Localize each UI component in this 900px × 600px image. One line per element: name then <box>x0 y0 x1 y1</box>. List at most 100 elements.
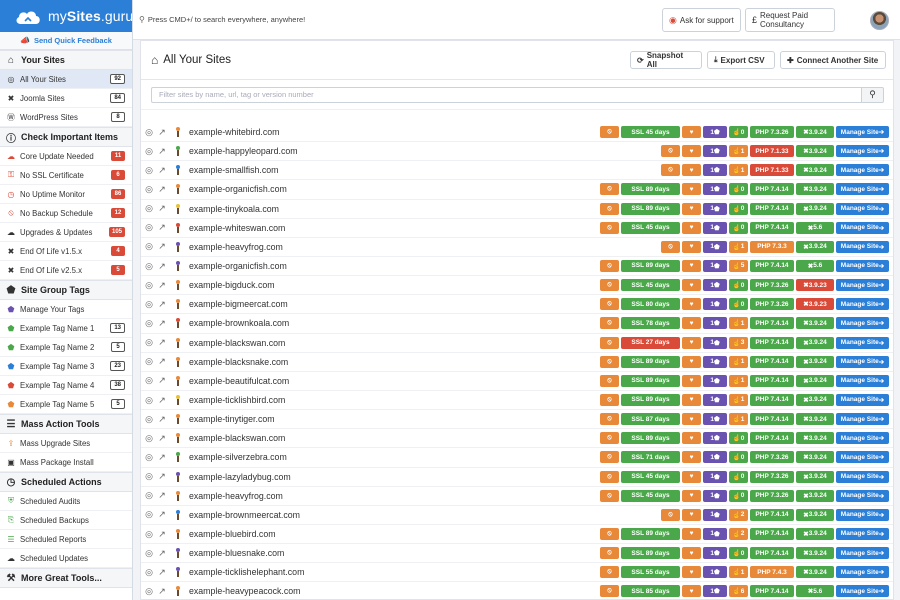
external-link-icon[interactable]: ↗ <box>156 414 168 425</box>
updates-badge[interactable]: ☝ 1 <box>729 566 748 579</box>
globe-icon[interactable]: ◎ <box>143 414 155 425</box>
globe-icon[interactable]: ◎ <box>143 184 155 195</box>
php-version-badge[interactable]: PHP 7.4.14 <box>750 547 794 560</box>
external-link-icon[interactable]: ↗ <box>156 567 168 578</box>
filter-search-button[interactable]: ⚲ <box>862 86 884 103</box>
manage-site-button[interactable]: Manage Site ➔ <box>836 336 889 349</box>
external-link-icon[interactable]: ↗ <box>156 471 168 482</box>
ssl-badge[interactable]: SSL 89 days <box>621 259 680 272</box>
manage-site-button[interactable]: Manage Site ➔ <box>836 298 889 311</box>
external-link-icon[interactable]: ↗ <box>156 241 168 252</box>
updates-badge[interactable]: ☝ 1 <box>729 145 748 158</box>
php-version-badge[interactable]: PHP 7.4.14 <box>750 183 794 196</box>
heart-icon[interactable]: ♥ <box>682 527 701 540</box>
heart-icon[interactable]: ♥ <box>682 298 701 311</box>
no-wordpress-icon[interactable]: ⦸ <box>600 451 619 464</box>
heart-icon[interactable]: ♥ <box>682 145 701 158</box>
updates-badge[interactable]: ☝ 0 <box>729 279 748 292</box>
no-wordpress-icon[interactable]: ⦸ <box>661 240 680 253</box>
globe-icon[interactable]: ◎ <box>143 203 155 214</box>
globe-icon[interactable]: ◎ <box>143 490 155 501</box>
manage-site-button[interactable]: Manage Site ➔ <box>836 451 889 464</box>
cms-version-badge[interactable]: ✖ 3.9.24 <box>796 183 834 196</box>
no-wordpress-icon[interactable]: ⦸ <box>600 355 619 368</box>
tags-badge[interactable]: 1 ⬟ <box>703 413 727 426</box>
heart-icon[interactable]: ♥ <box>682 279 701 292</box>
heart-icon[interactable]: ♥ <box>682 413 701 426</box>
globe-icon[interactable]: ◎ <box>143 529 155 540</box>
heart-icon[interactable]: ♥ <box>682 317 701 330</box>
heart-icon[interactable]: ♥ <box>682 489 701 502</box>
heart-icon[interactable]: ♥ <box>682 566 701 579</box>
ssl-badge[interactable]: SSL 89 days <box>621 527 680 540</box>
ssl-badge[interactable]: SSL 71 days <box>621 451 680 464</box>
heart-icon[interactable]: ♥ <box>682 374 701 387</box>
tags-badge[interactable]: 1 ⬟ <box>703 183 727 196</box>
updates-badge[interactable]: ☝ 1 <box>729 374 748 387</box>
manage-site-button[interactable]: Manage Site ➔ <box>836 202 889 215</box>
updates-badge[interactable]: ☝ 0 <box>729 432 748 445</box>
globe-icon[interactable]: ◎ <box>143 318 155 329</box>
no-wordpress-icon[interactable]: ⦸ <box>600 317 619 330</box>
cms-version-badge[interactable]: ✖ 3.9.24 <box>796 317 834 330</box>
php-version-badge[interactable]: PHP 7.1.33 <box>750 145 794 158</box>
cms-version-badge[interactable]: ✖ 3.9.24 <box>796 508 834 521</box>
heart-icon[interactable]: ♥ <box>682 183 701 196</box>
manage-site-button[interactable]: Manage Site ➔ <box>836 470 889 483</box>
no-wordpress-icon[interactable]: ⦸ <box>600 432 619 445</box>
globe-icon[interactable]: ◎ <box>143 395 155 406</box>
cms-version-badge[interactable]: ✖ 3.9.24 <box>796 336 834 349</box>
globe-icon[interactable]: ◎ <box>143 146 155 157</box>
tags-badge[interactable]: 1 ⬟ <box>703 374 727 387</box>
ask-support-button[interactable]: ◉ Ask for support <box>662 8 741 32</box>
cms-version-badge[interactable]: ✖ 3.9.23 <box>796 298 834 311</box>
external-link-icon[interactable]: ↗ <box>156 165 168 176</box>
updates-badge[interactable]: ☝ 1 <box>729 164 748 177</box>
php-version-badge[interactable]: PHP 7.4.3 <box>750 566 794 579</box>
sidebar-item-manage-your-tags[interactable]: ⬟ Manage Your Tags <box>0 300 132 319</box>
no-wordpress-icon[interactable]: ⦸ <box>600 393 619 406</box>
no-wordpress-icon[interactable]: ⦸ <box>600 336 619 349</box>
no-wordpress-icon[interactable]: ⦸ <box>600 221 619 234</box>
no-wordpress-icon[interactable]: ⦸ <box>600 374 619 387</box>
sidebar-item-end-of-life-v2-5-x[interactable]: ✖ End Of Life v2.5.x 5 <box>0 261 132 280</box>
manage-site-button[interactable]: Manage Site ➔ <box>836 221 889 234</box>
php-version-badge[interactable]: PHP 7.4.14 <box>750 221 794 234</box>
php-version-badge[interactable]: PHP 7.3.26 <box>750 470 794 483</box>
filter-sites-input[interactable] <box>151 86 862 103</box>
globe-icon[interactable]: ◎ <box>143 586 155 597</box>
heart-icon[interactable]: ♥ <box>682 355 701 368</box>
updates-badge[interactable]: ☝ 1 <box>729 317 748 330</box>
updates-badge[interactable]: ☝ 0 <box>729 221 748 234</box>
tags-badge[interactable]: 1 ⬟ <box>703 432 727 445</box>
no-wordpress-icon[interactable]: ⦸ <box>600 470 619 483</box>
manage-site-button[interactable]: Manage Site ➔ <box>836 317 889 330</box>
sidebar-item-no-ssl-certificate[interactable]: ⚿ No SSL Certificate 6 <box>0 166 132 185</box>
external-link-icon[interactable]: ↗ <box>156 509 168 520</box>
updates-badge[interactable]: ☝ 0 <box>729 298 748 311</box>
manage-site-button[interactable]: Manage Site ➔ <box>836 393 889 406</box>
no-wordpress-icon[interactable]: ⦸ <box>600 585 619 598</box>
external-link-icon[interactable]: ↗ <box>156 548 168 559</box>
sidebar-item-mass-upgrade-sites[interactable]: ⇪ Mass Upgrade Sites <box>0 434 132 453</box>
ssl-badge[interactable]: SSL 45 days <box>621 279 680 292</box>
sidebar-item-core-update-needed[interactable]: ☁ Core Update Needed 11 <box>0 147 132 166</box>
updates-badge[interactable]: ☝ 1 <box>729 413 748 426</box>
globe-icon[interactable]: ◎ <box>143 433 155 444</box>
external-link-icon[interactable]: ↗ <box>156 490 168 501</box>
tags-badge[interactable]: 1 ⬟ <box>703 240 727 253</box>
manage-site-button[interactable]: Manage Site ➔ <box>836 259 889 272</box>
sidebar-item-all-your-sites[interactable]: ◎ All Your Sites 92 <box>0 70 132 89</box>
php-version-badge[interactable]: PHP 7.4.14 <box>750 432 794 445</box>
no-wordpress-icon[interactable]: ⦸ <box>600 547 619 560</box>
cms-version-badge[interactable]: ✖ 3.9.24 <box>796 451 834 464</box>
heart-icon[interactable]: ♥ <box>682 508 701 521</box>
globe-icon[interactable]: ◎ <box>143 222 155 233</box>
tags-badge[interactable]: 1 ⬟ <box>703 221 727 234</box>
sidebar-item-example-tag-name-4[interactable]: ⬟ Example Tag Name 4 38 <box>0 376 132 395</box>
php-version-badge[interactable]: PHP 7.4.14 <box>750 355 794 368</box>
ssl-badge[interactable]: SSL 27 days <box>621 336 680 349</box>
cms-version-badge[interactable]: ✖ 5.6 <box>796 585 834 598</box>
heart-icon[interactable]: ♥ <box>682 240 701 253</box>
heart-icon[interactable]: ♥ <box>682 221 701 234</box>
